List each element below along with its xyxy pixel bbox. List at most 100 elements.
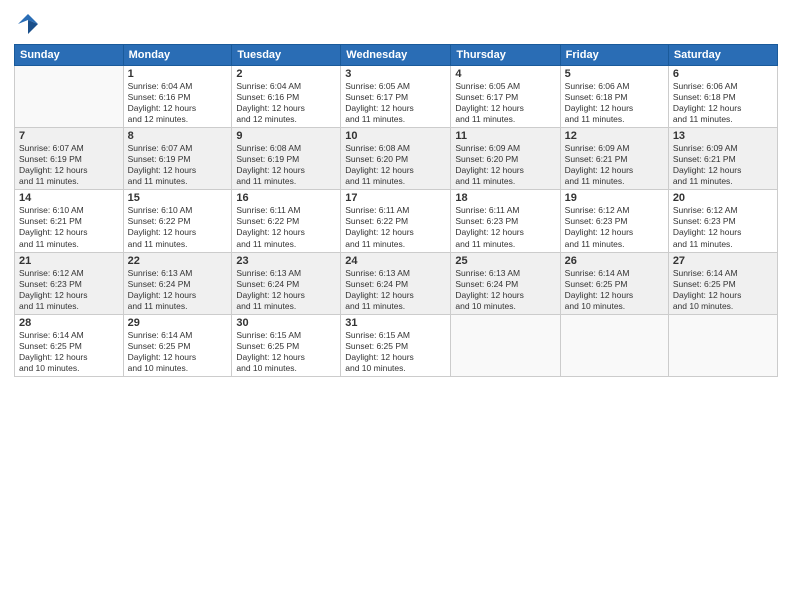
- table-row: 29Sunrise: 6:14 AM Sunset: 6:25 PM Dayli…: [123, 314, 232, 376]
- day-number: 3: [345, 68, 446, 80]
- table-row: 8Sunrise: 6:07 AM Sunset: 6:19 PM Daylig…: [123, 128, 232, 190]
- day-info: Sunrise: 6:09 AM Sunset: 6:20 PM Dayligh…: [455, 143, 555, 187]
- day-number: 27: [673, 255, 773, 267]
- table-row: 6Sunrise: 6:06 AM Sunset: 6:18 PM Daylig…: [668, 66, 777, 128]
- calendar-week-row: 1 Sunrise: 6:04 AM Sunset: 6:16 PM Daylig…: [15, 66, 778, 128]
- day-info: Sunrise: 6:13 AM Sunset: 6:24 PM Dayligh…: [455, 268, 555, 312]
- day-info: Sunrise: 6:13 AM Sunset: 6:24 PM Dayligh…: [345, 268, 446, 312]
- day-info: Sunrise: 6:11 AM Sunset: 6:22 PM Dayligh…: [236, 205, 336, 249]
- day-info: Sunrise: 6:06 AM Sunset: 6:18 PM Dayligh…: [565, 81, 664, 125]
- day-info: Sunrise: 6:10 AM Sunset: 6:22 PM Dayligh…: [128, 205, 228, 249]
- day-info: Sunrise: 6:14 AM Sunset: 6:25 PM Dayligh…: [19, 330, 119, 374]
- day-info: Sunrise: 6:04 AM Sunset: 6:16 PM Dayligh…: [236, 81, 336, 125]
- table-row: 27Sunrise: 6:14 AM Sunset: 6:25 PM Dayli…: [668, 252, 777, 314]
- day-number: 15: [128, 192, 228, 204]
- day-info: Sunrise: 6:08 AM Sunset: 6:19 PM Dayligh…: [236, 143, 336, 187]
- column-header-sunday: Sunday: [15, 45, 124, 66]
- table-row: [15, 66, 124, 128]
- day-number: 1: [128, 68, 228, 80]
- table-row: 28Sunrise: 6:14 AM Sunset: 6:25 PM Dayli…: [15, 314, 124, 376]
- day-number: 21: [19, 255, 119, 267]
- day-number: 30: [236, 317, 336, 329]
- day-info: Sunrise: 6:09 AM Sunset: 6:21 PM Dayligh…: [673, 143, 773, 187]
- day-number: 8: [128, 130, 228, 142]
- table-row: 10Sunrise: 6:08 AM Sunset: 6:20 PM Dayli…: [341, 128, 451, 190]
- logo: [14, 10, 46, 38]
- day-info: Sunrise: 6:11 AM Sunset: 6:22 PM Dayligh…: [345, 205, 446, 249]
- table-row: 31Sunrise: 6:15 AM Sunset: 6:25 PM Dayli…: [341, 314, 451, 376]
- table-row: [668, 314, 777, 376]
- column-header-wednesday: Wednesday: [341, 45, 451, 66]
- header: [14, 10, 778, 38]
- day-number: 13: [673, 130, 773, 142]
- column-header-tuesday: Tuesday: [232, 45, 341, 66]
- day-number: 2: [236, 68, 336, 80]
- day-number: 28: [19, 317, 119, 329]
- day-number: 22: [128, 255, 228, 267]
- day-number: 16: [236, 192, 336, 204]
- table-row: 4Sunrise: 6:05 AM Sunset: 6:17 PM Daylig…: [451, 66, 560, 128]
- table-row: 12Sunrise: 6:09 AM Sunset: 6:21 PM Dayli…: [560, 128, 668, 190]
- table-row: 7Sunrise: 6:07 AM Sunset: 6:19 PM Daylig…: [15, 128, 124, 190]
- table-row: 9Sunrise: 6:08 AM Sunset: 6:19 PM Daylig…: [232, 128, 341, 190]
- day-number: 26: [565, 255, 664, 267]
- day-number: 29: [128, 317, 228, 329]
- table-row: [560, 314, 668, 376]
- day-number: 20: [673, 192, 773, 204]
- table-row: 24Sunrise: 6:13 AM Sunset: 6:24 PM Dayli…: [341, 252, 451, 314]
- day-number: 9: [236, 130, 336, 142]
- day-number: 11: [455, 130, 555, 142]
- day-info: Sunrise: 6:12 AM Sunset: 6:23 PM Dayligh…: [565, 205, 664, 249]
- day-number: 19: [565, 192, 664, 204]
- table-row: 19Sunrise: 6:12 AM Sunset: 6:23 PM Dayli…: [560, 190, 668, 252]
- day-info: Sunrise: 6:06 AM Sunset: 6:18 PM Dayligh…: [673, 81, 773, 125]
- day-number: 17: [345, 192, 446, 204]
- day-number: 10: [345, 130, 446, 142]
- calendar-header-row: SundayMondayTuesdayWednesdayThursdayFrid…: [15, 45, 778, 66]
- day-number: 24: [345, 255, 446, 267]
- day-info: Sunrise: 6:13 AM Sunset: 6:24 PM Dayligh…: [236, 268, 336, 312]
- day-info: Sunrise: 6:12 AM Sunset: 6:23 PM Dayligh…: [19, 268, 119, 312]
- table-row: 20Sunrise: 6:12 AM Sunset: 6:23 PM Dayli…: [668, 190, 777, 252]
- table-row: 18Sunrise: 6:11 AM Sunset: 6:23 PM Dayli…: [451, 190, 560, 252]
- table-row: 21Sunrise: 6:12 AM Sunset: 6:23 PM Dayli…: [15, 252, 124, 314]
- column-header-thursday: Thursday: [451, 45, 560, 66]
- day-number: 14: [19, 192, 119, 204]
- day-info: Sunrise: 6:07 AM Sunset: 6:19 PM Dayligh…: [128, 143, 228, 187]
- day-number: 7: [19, 130, 119, 142]
- calendar-week-row: 28Sunrise: 6:14 AM Sunset: 6:25 PM Dayli…: [15, 314, 778, 376]
- column-header-monday: Monday: [123, 45, 232, 66]
- day-info: Sunrise: 6:07 AM Sunset: 6:19 PM Dayligh…: [19, 143, 119, 187]
- table-row: 1Sunrise: 6:04 AM Sunset: 6:16 PM Daylig…: [123, 66, 232, 128]
- logo-icon: [14, 10, 42, 38]
- day-number: 25: [455, 255, 555, 267]
- day-info: Sunrise: 6:11 AM Sunset: 6:23 PM Dayligh…: [455, 205, 555, 249]
- day-info: Sunrise: 6:05 AM Sunset: 6:17 PM Dayligh…: [345, 81, 446, 125]
- day-info: Sunrise: 6:09 AM Sunset: 6:21 PM Dayligh…: [565, 143, 664, 187]
- day-info: Sunrise: 6:13 AM Sunset: 6:24 PM Dayligh…: [128, 268, 228, 312]
- day-info: Sunrise: 6:15 AM Sunset: 6:25 PM Dayligh…: [345, 330, 446, 374]
- day-number: 12: [565, 130, 664, 142]
- day-info: Sunrise: 6:08 AM Sunset: 6:20 PM Dayligh…: [345, 143, 446, 187]
- table-row: 5Sunrise: 6:06 AM Sunset: 6:18 PM Daylig…: [560, 66, 668, 128]
- table-row: 3Sunrise: 6:05 AM Sunset: 6:17 PM Daylig…: [341, 66, 451, 128]
- column-header-saturday: Saturday: [668, 45, 777, 66]
- table-row: 11Sunrise: 6:09 AM Sunset: 6:20 PM Dayli…: [451, 128, 560, 190]
- calendar-week-row: 7Sunrise: 6:07 AM Sunset: 6:19 PM Daylig…: [15, 128, 778, 190]
- day-info: Sunrise: 6:14 AM Sunset: 6:25 PM Dayligh…: [565, 268, 664, 312]
- page: SundayMondayTuesdayWednesdayThursdayFrid…: [0, 0, 792, 612]
- day-number: 18: [455, 192, 555, 204]
- table-row: [451, 314, 560, 376]
- table-row: 2Sunrise: 6:04 AM Sunset: 6:16 PM Daylig…: [232, 66, 341, 128]
- day-info: Sunrise: 6:05 AM Sunset: 6:17 PM Dayligh…: [455, 81, 555, 125]
- table-row: 26Sunrise: 6:14 AM Sunset: 6:25 PM Dayli…: [560, 252, 668, 314]
- table-row: 23Sunrise: 6:13 AM Sunset: 6:24 PM Dayli…: [232, 252, 341, 314]
- table-row: 14Sunrise: 6:10 AM Sunset: 6:21 PM Dayli…: [15, 190, 124, 252]
- day-number: 31: [345, 317, 446, 329]
- table-row: 15Sunrise: 6:10 AM Sunset: 6:22 PM Dayli…: [123, 190, 232, 252]
- table-row: 16Sunrise: 6:11 AM Sunset: 6:22 PM Dayli…: [232, 190, 341, 252]
- day-info: Sunrise: 6:10 AM Sunset: 6:21 PM Dayligh…: [19, 205, 119, 249]
- day-number: 6: [673, 68, 773, 80]
- day-info: Sunrise: 6:15 AM Sunset: 6:25 PM Dayligh…: [236, 330, 336, 374]
- day-info: Sunrise: 6:12 AM Sunset: 6:23 PM Dayligh…: [673, 205, 773, 249]
